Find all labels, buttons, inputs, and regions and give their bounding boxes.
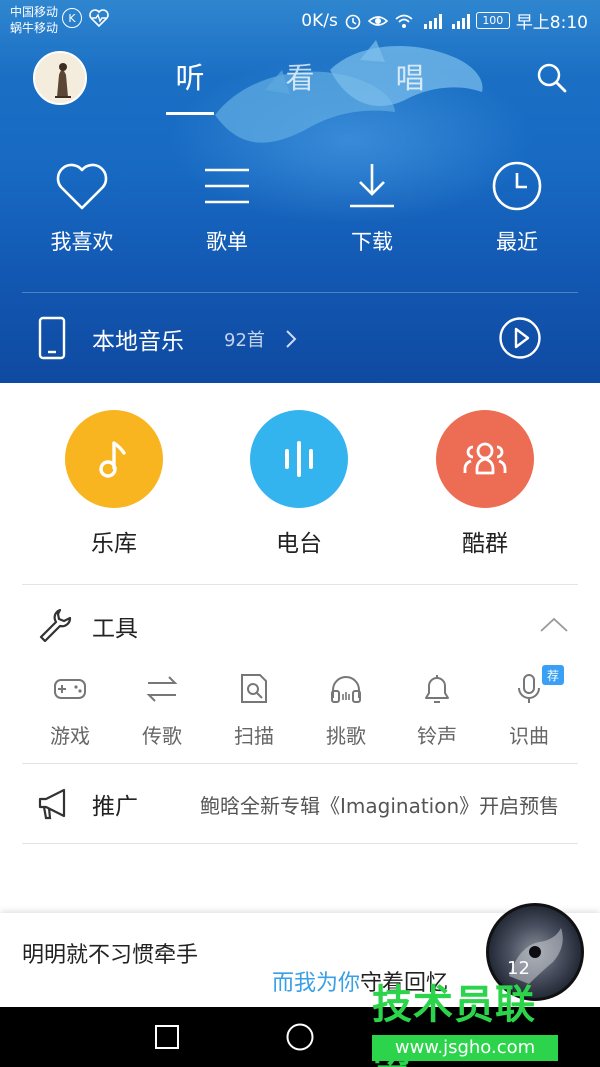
bell-icon xyxy=(425,675,449,703)
now-playing-title: 明明就不习惯牵手 xyxy=(22,943,199,968)
local-music-row[interactable]: 本地音乐 92首 xyxy=(22,310,578,366)
k-circle-icon: K xyxy=(62,8,82,28)
tool-scan[interactable]: 扫描 xyxy=(214,672,294,749)
promo-title: 推广 xyxy=(92,794,138,820)
chevron-right-icon xyxy=(286,330,297,348)
clock-icon xyxy=(492,161,542,211)
tool-games[interactable]: 游戏 xyxy=(30,672,110,749)
promo-marquee[interactable]: 鲍晗全新专辑《Imagination》开启预售 xyxy=(200,790,578,819)
tab-sing[interactable]: 唱 xyxy=(380,55,440,97)
net-speed-text: 0K/s xyxy=(301,10,338,31)
header-banner: 中国移动 蜗牛移动 K 0K/s 100 早上8:10 听 看 唱 我喜欢 歌单… xyxy=(0,0,600,383)
tool-transfer-label: 传歌 xyxy=(142,724,182,748)
gamepad-icon xyxy=(54,679,86,699)
quick-recent-label: 最近 xyxy=(496,230,538,254)
scan-icon xyxy=(241,674,267,703)
tool-transfer[interactable]: 传歌 xyxy=(122,672,202,749)
headphones-icon xyxy=(331,676,361,703)
category-library-label: 乐库 xyxy=(91,531,137,557)
quick-favorites-label: 我喜欢 xyxy=(50,230,114,254)
lyric-highlight: 而我为你 xyxy=(272,971,361,996)
tool-ringtone[interactable]: 铃声 xyxy=(397,672,477,749)
tool-scan-label: 扫描 xyxy=(234,724,274,748)
category-library[interactable]: 乐库 xyxy=(54,410,174,558)
eye-icon xyxy=(367,15,388,26)
wrench-icon xyxy=(39,608,72,642)
category-group-label: 酷群 xyxy=(462,531,508,557)
quick-favorites[interactable]: 我喜欢 xyxy=(27,160,137,256)
list-icon xyxy=(205,168,249,204)
alarm-icon xyxy=(345,14,361,29)
quick-playlists-label: 歌单 xyxy=(206,230,248,254)
tool-games-label: 游戏 xyxy=(50,724,90,748)
download-icon xyxy=(350,164,394,208)
tab-active-indicator xyxy=(166,112,214,115)
carrier-2-label: 蜗牛移动 xyxy=(10,21,59,35)
recommend-badge: 荐 xyxy=(542,665,564,685)
tab-listen[interactable]: 听 xyxy=(160,55,220,97)
quick-playlists[interactable]: 歌单 xyxy=(172,160,282,256)
tab-watch[interactable]: 看 xyxy=(270,55,330,97)
tool-pick-label: 挑歌 xyxy=(326,724,366,748)
search-icon[interactable] xyxy=(534,60,570,96)
music-note-icon xyxy=(65,410,163,508)
group-icon xyxy=(436,410,534,508)
battery-icon: 100 xyxy=(475,12,510,29)
category-group[interactable]: 酷群 xyxy=(425,410,545,558)
home-nav-icon[interactable] xyxy=(285,1022,315,1052)
play-circle-icon[interactable] xyxy=(498,316,542,360)
watermark-url: www.jsgho.com xyxy=(372,1035,558,1061)
tools-title: 工具 xyxy=(92,616,138,642)
tool-pick[interactable]: 挑歌 xyxy=(306,672,386,749)
radio-bars-icon xyxy=(250,410,348,508)
watermark-logo: 技术员联盟 www.jsgho.com xyxy=(372,972,558,1067)
heartbeat-icon xyxy=(89,9,109,28)
category-radio-label: 电台 xyxy=(276,531,322,557)
tool-ringtone-label: 铃声 xyxy=(417,724,457,748)
phone-icon xyxy=(38,316,66,360)
chevron-up-icon[interactable] xyxy=(539,616,569,634)
category-radio[interactable]: 电台 xyxy=(239,410,359,558)
wifi-icon xyxy=(395,14,413,28)
hero-divider xyxy=(22,292,578,293)
local-music-title: 本地音乐 xyxy=(92,329,184,355)
megaphone-icon xyxy=(38,788,66,820)
local-music-count: 92首 xyxy=(224,330,265,351)
clock-time: 早上8:10 xyxy=(515,13,588,33)
signal-2g-icon xyxy=(451,13,470,29)
square-nav-icon[interactable] xyxy=(154,1024,180,1050)
signal-4g-icon xyxy=(423,13,442,29)
quick-downloads-label: 下载 xyxy=(351,230,393,254)
section-divider xyxy=(22,843,578,844)
quick-downloads[interactable]: 下载 xyxy=(317,160,427,256)
user-avatar[interactable] xyxy=(33,51,87,105)
heart-icon xyxy=(56,163,108,210)
quick-recent[interactable]: 最近 xyxy=(462,160,572,256)
tool-recognize-label: 识曲 xyxy=(509,724,549,748)
transfer-icon xyxy=(146,676,178,702)
carrier-1-label: 中国移动 xyxy=(10,5,59,19)
section-divider xyxy=(22,584,578,585)
section-divider xyxy=(22,763,578,764)
